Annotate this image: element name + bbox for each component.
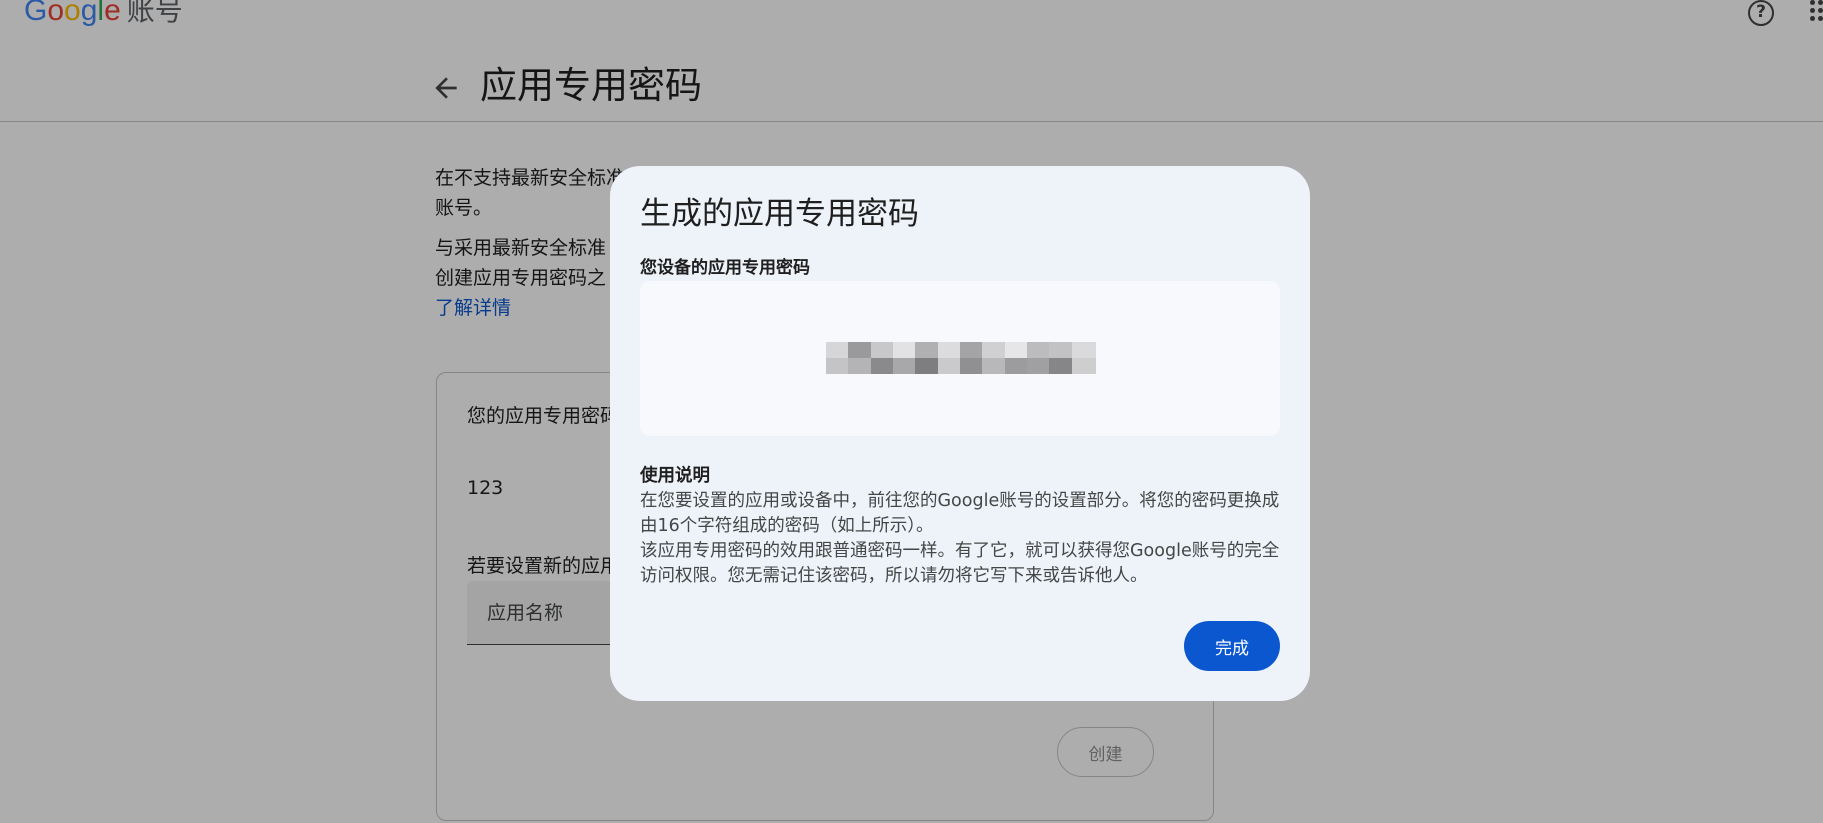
usage-instructions: 使用说明 在您要设置的应用或设备中，前往您的Google账号的设置部分。将您的密… [640, 464, 1285, 589]
done-button[interactable]: 完成 [1184, 621, 1280, 671]
dialog-title: 生成的应用专用密码 [640, 196, 919, 232]
password-display [640, 281, 1280, 436]
blurred-password [826, 342, 1096, 374]
password-label: 您设备的应用专用密码 [640, 258, 810, 278]
usage-heading: 使用说明 [640, 466, 710, 486]
usage-paragraph: 在您要设置的应用或设备中，前往您的Google账号的设置部分。将您的密码更换成由… [640, 491, 1280, 536]
generated-password-dialog: 生成的应用专用密码 您设备的应用专用密码 使用说明 在您要设置的应用或设备中，前… [610, 166, 1310, 701]
usage-paragraph: 该应用专用密码的效用跟普通密码一样。有了它，就可以获得您Google账号的完全访… [640, 541, 1280, 586]
